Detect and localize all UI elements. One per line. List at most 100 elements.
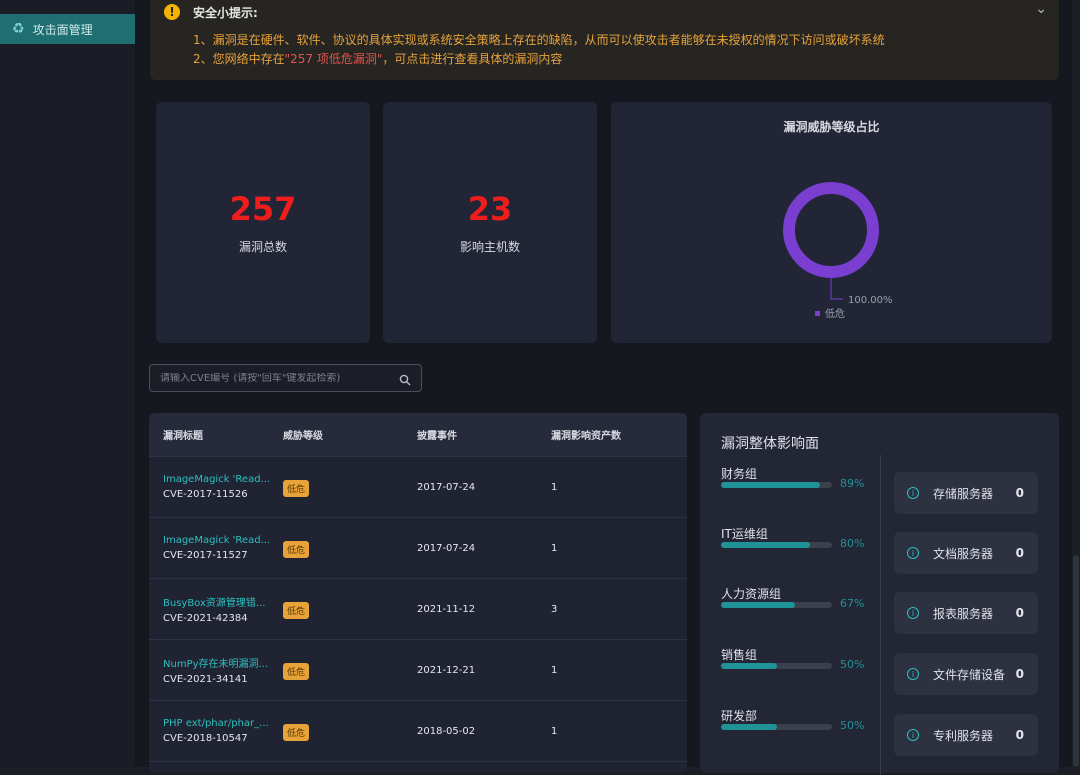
group-item[interactable]: 财务组 89% [721,465,871,490]
warning-icon: ! [164,4,180,20]
group-pct: 89% [840,477,865,490]
asset-count: 0 [1015,606,1024,620]
info-icon: i [907,668,919,680]
sidebar-item-attack-surface[interactable]: ♻ 攻击面管理 [0,14,135,44]
tip-line-1: 1、漏洞是在硬件、软件、协议的具体实现或系统安全策略上存在的缺陷，从而可以使攻击… [193,33,885,47]
progress-bar [721,482,820,488]
security-tip-panel: ! 安全小提示: ⌄ 1、漏洞是在硬件、软件、协议的具体实现或系统安全策略上存在… [150,0,1059,80]
threat-level-chart-card: 漏洞威胁等级占比 100.00% 低危 [611,102,1052,343]
threat-badge: 低危 [283,724,310,741]
group-item[interactable]: 人力资源组 67% [721,585,871,610]
asset-count: 1 [551,664,558,676]
table-row[interactable]: NumPy存在未明漏洞... CVE-2021-34141 低危 2021-12-… [149,640,687,701]
disclosure-date: 2021-12-21 [417,664,476,676]
col-header-level[interactable]: 威胁等级 [283,427,417,442]
cve-id: CVE-2017-11526 [163,489,248,500]
col-header-assets[interactable]: 漏洞影响资产数 [551,427,685,442]
group-pct: 80% [840,537,865,550]
cve-search-box [149,364,422,392]
chevron-down-icon[interactable]: ⌄ [1035,1,1047,17]
asset-card[interactable]: i 文件存储设备 0 [894,653,1038,695]
asset-count: 1 [551,542,558,554]
info-icon: i [907,487,919,499]
disclosure-date: 2018-05-02 [417,725,476,737]
total-vulns-card: 257 漏洞总数 [156,102,370,343]
scrollbar[interactable] [1072,0,1080,767]
total-vulns-value: 257 [229,190,297,228]
tip-line-2-prefix: 2、您网络中存在 [193,52,285,66]
threat-badge: 低危 [283,663,310,680]
asset-card[interactable]: i 存储服务器 0 [894,472,1038,514]
legend-label[interactable]: 低危 [825,307,845,320]
affected-hosts-label: 影响主机数 [459,240,520,254]
table-row[interactable]: ImageMagick 'Read... CVE-2017-11526 低危 20… [149,457,687,518]
info-icon: i [907,607,919,619]
table-header: 漏洞标题 威胁等级 披露事件 漏洞影响资产数 [149,413,687,457]
asset-name: 文档服务器 [933,546,994,561]
group-item[interactable]: 研发部 50% [721,707,871,732]
label-leader-line [830,278,843,300]
progress-bar [721,602,796,608]
asset-card[interactable]: i 专利服务器 0 [894,714,1038,756]
progress-track [721,482,832,488]
scrollbar-thumb[interactable] [1073,555,1079,767]
vuln-title[interactable]: NumPy存在未明漏洞... [163,655,283,670]
legend-swatch[interactable] [815,311,820,316]
col-header-date[interactable]: 披露事件 [417,427,551,442]
vuln-title[interactable]: ImageMagick 'Read... [163,474,283,485]
asset-name: 专利服务器 [933,728,994,743]
pie-slice[interactable] [783,182,879,278]
cve-id: CVE-2021-34141 [163,674,248,685]
group-pct: 50% [840,658,865,671]
vuln-title[interactable]: PHP ext/phar/phar_... [163,718,283,729]
tip-title: 安全小提示: [193,6,258,20]
col-header-title[interactable]: 漏洞标题 [149,427,283,442]
disclosure-date: 2017-07-24 [417,481,476,493]
table-row[interactable]: PHP ext/phar/phar_... CVE-2018-10547 低危 2… [149,701,687,762]
asset-count: 3 [551,603,558,615]
threat-badge: 低危 [283,480,310,497]
affected-hosts-value: 23 [467,190,513,228]
progress-track [721,724,832,730]
asset-count: 1 [551,481,558,493]
cve-id: CVE-2017-11527 [163,550,248,561]
sidebar: ♻ 攻击面管理 [0,0,136,767]
asset-count: 0 [1015,728,1024,742]
asset-name: 文件存储设备 [933,667,1006,682]
asset-count: 0 [1015,667,1024,681]
threat-badge: 低危 [283,602,310,619]
group-item[interactable]: IT运维组 80% [721,525,871,550]
tip-line-2-suffix: ，可点击进行查看具体的漏洞内容 [382,52,563,66]
cve-search-input[interactable] [160,372,390,384]
vuln-title[interactable]: ImageMagick 'Read... [163,535,283,546]
affected-hosts-card: 23 影响主机数 [383,102,597,343]
progress-track [721,602,832,608]
group-item[interactable]: 销售组 50% [721,646,871,671]
vuln-table: 漏洞标题 威胁等级 披露事件 漏洞影响资产数 ImageMagick 'Read… [149,413,687,773]
donut-chart: 100.00%低危 [783,182,893,320]
progress-bar [721,663,777,669]
pie-data-label: 100.00% [848,295,893,306]
asset-count: 1 [551,725,558,737]
asset-count: 0 [1015,486,1024,500]
table-row[interactable]: BusyBox资源管理错... CVE-2021-42384 低危 2021-11… [149,579,687,640]
divider [880,455,881,775]
asset-card[interactable]: i 文档服务器 0 [894,532,1038,574]
info-icon: i [907,547,919,559]
search-icon[interactable] [399,371,411,390]
sidebar-item-label: 攻击面管理 [32,22,93,37]
asset-card[interactable]: i 报表服务器 0 [894,592,1038,634]
progress-bar [721,542,810,548]
asset-count: 0 [1015,546,1024,560]
disclosure-date: 2021-11-12 [417,603,476,615]
tip-line-2: 2、您网络中存在"257 项低危漏洞"，可点击进行查看具体的漏洞内容 [193,50,562,67]
disclosure-date: 2017-07-24 [417,542,476,554]
info-icon: i [907,729,919,741]
cve-id: CVE-2021-42384 [163,613,248,624]
table-row[interactable]: ImageMagick 'Read... CVE-2017-11527 低危 20… [149,518,687,579]
impact-panel: 漏洞整体影响面 财务组 89% IT运维组 80% 人力资源组 67% 销售组 … [700,413,1059,775]
cve-id: CVE-2018-10547 [163,733,248,744]
vuln-title[interactable]: BusyBox资源管理错... [163,594,283,609]
tip-line-2-link[interactable]: "257 项低危漏洞" [285,52,383,66]
progress-track [721,542,832,548]
